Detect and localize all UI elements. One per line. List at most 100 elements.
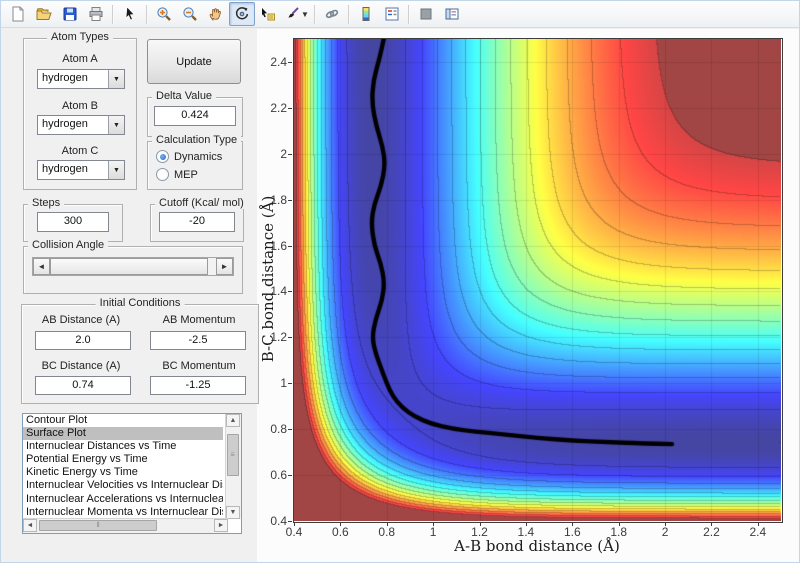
pes-contour-plot[interactable]	[294, 39, 781, 521]
atom-types-panel: Atom Types Atom A hydrogen ▼ Atom B hydr…	[23, 31, 137, 190]
bc-distance-field[interactable]: 0.74	[35, 376, 131, 395]
list-item[interactable]: Internuclear Accelerations vs Internucle…	[23, 493, 223, 506]
list-item[interactable]: Internuclear Velocities vs Internuclear …	[23, 479, 223, 492]
data-cursor-button[interactable]	[255, 2, 281, 26]
colorbar-icon	[358, 6, 374, 22]
insert-legend-button[interactable]	[379, 2, 405, 26]
y-tick-label: 2	[280, 146, 287, 161]
collision-angle-slider[interactable]: ◄ ►	[32, 257, 234, 276]
brush-dropdown-caret[interactable]: ▼	[301, 10, 309, 19]
edit-plot-button[interactable]	[117, 2, 143, 26]
brush-icon	[284, 6, 300, 22]
delta-value-field[interactable]: 0.424	[154, 106, 236, 126]
bc-momentum-field[interactable]: -1.25	[150, 376, 246, 395]
atom-b-value: hydrogen	[42, 118, 88, 130]
cutoff-title: Cutoff (Kcal/ mol)	[155, 197, 248, 209]
atom-a-label: Atom A	[62, 53, 98, 65]
atom-c-value: hydrogen	[42, 163, 88, 175]
calculation-type-title: Calculation Type	[152, 134, 242, 146]
delta-value-panel: Delta Value 0.424	[147, 90, 243, 137]
toolbar-separator	[407, 4, 410, 24]
pan-button[interactable]	[203, 2, 229, 26]
steps-panel: Steps 300	[23, 197, 123, 242]
x-tick-label: 0.8	[378, 525, 396, 539]
save-figure-button[interactable]	[57, 2, 83, 26]
link-plot-button[interactable]	[319, 2, 345, 26]
open-file-button[interactable]	[31, 2, 57, 26]
chevron-down-icon[interactable]: ▼	[108, 70, 124, 88]
atom-a-dropdown[interactable]: hydrogen ▼	[37, 69, 125, 89]
horizontal-scroll-thumb[interactable]: ⦀	[39, 520, 157, 531]
calculation-type-panel: Calculation Type Dynamics MEP	[147, 134, 243, 190]
hide-plot-tools-icon	[418, 6, 434, 22]
zoom-out-button[interactable]	[177, 2, 203, 26]
radio-unselected-icon	[156, 168, 169, 181]
list-item[interactable]: Internuclear Distances vs Time	[23, 440, 223, 453]
collision-angle-title: Collision Angle	[28, 239, 109, 251]
chain-link-icon	[324, 6, 340, 22]
atom-c-dropdown[interactable]: hydrogen ▼	[37, 160, 125, 180]
slider-left-arrow[interactable]: ◄	[33, 258, 50, 275]
mep-radio[interactable]: MEP	[156, 168, 198, 181]
figure-toolbar: ▼	[1, 1, 799, 28]
list-item-selected[interactable]: Surface Plot	[23, 427, 223, 441]
hide-plot-tools-button[interactable]	[413, 2, 439, 26]
arrow-cursor-icon	[122, 6, 138, 22]
ab-distance-label: AB Distance (A)	[41, 314, 121, 326]
y-tick-label: 0.8	[270, 422, 287, 437]
scroll-down-arrow[interactable]: ▼	[226, 506, 240, 519]
rotate-3d-button[interactable]	[229, 2, 255, 26]
new-document-icon	[10, 6, 26, 22]
list-item[interactable]: Kinetic Energy vs Time	[23, 466, 223, 479]
y-tick-label: 0.6	[270, 468, 287, 483]
list-item[interactable]: Contour Plot	[23, 414, 223, 427]
ab-momentum-field[interactable]: -2.5	[150, 331, 246, 350]
zoom-in-button[interactable]	[151, 2, 177, 26]
initial-conditions-panel: Initial Conditions AB Distance (A) AB Mo…	[21, 297, 259, 404]
cutoff-field[interactable]: -20	[159, 212, 235, 232]
x-tick-label: 2	[661, 525, 669, 539]
list-item[interactable]: Internuclear Momenta vs Internuclear Dis…	[23, 506, 223, 519]
legend-icon	[384, 6, 400, 22]
scroll-left-arrow[interactable]: ◄	[23, 519, 37, 532]
vertical-scrollbar[interactable]: ▲ ≡ ▼	[225, 414, 241, 519]
atom-a-value: hydrogen	[42, 72, 88, 84]
app-window: ▼ 0.4 0.6 0.8 1 1.2 1.4 1.6 1.8 2 2.2 2.4 0.4 0.6 0.8…	[0, 0, 800, 563]
bc-momentum-label: BC Momentum	[162, 360, 236, 372]
toolbar-separator	[347, 4, 350, 24]
scroll-up-arrow[interactable]: ▲	[226, 414, 240, 427]
slider-right-arrow[interactable]: ►	[216, 258, 233, 275]
printer-icon	[88, 6, 104, 22]
steps-field[interactable]: 300	[37, 212, 109, 232]
x-tick-label: 0.6	[332, 525, 349, 539]
show-plot-tools-button[interactable]	[439, 2, 465, 26]
zoom-in-icon	[156, 6, 172, 22]
update-button[interactable]: Update	[147, 39, 241, 84]
new-figure-button[interactable]	[5, 2, 31, 26]
list-item[interactable]: Potential Energy vs Time	[23, 453, 223, 466]
ab-distance-field[interactable]: 2.0	[35, 331, 131, 350]
bc-distance-label: BC Distance (A)	[41, 360, 121, 372]
scroll-right-arrow[interactable]: ►	[214, 519, 228, 532]
insert-colorbar-button[interactable]	[353, 2, 379, 26]
brush-data-button[interactable]	[281, 2, 303, 26]
plot-type-listbox[interactable]: Contour Plot Surface Plot Internuclear D…	[22, 413, 242, 534]
toolbar-separator	[313, 4, 316, 24]
print-figure-button[interactable]	[83, 2, 109, 26]
ab-momentum-label: AB Momentum	[162, 314, 236, 326]
vertical-scroll-thumb[interactable]: ≡	[227, 434, 239, 476]
chevron-down-icon[interactable]: ▼	[108, 116, 124, 134]
horizontal-scrollbar[interactable]: ◄ ⦀ ►	[23, 518, 228, 533]
slider-thumb[interactable]	[50, 258, 208, 275]
atom-b-dropdown[interactable]: hydrogen ▼	[37, 115, 125, 135]
steps-title: Steps	[28, 197, 65, 209]
chevron-down-icon[interactable]: ▼	[108, 161, 124, 179]
radio-selected-icon	[156, 150, 169, 163]
mep-radio-label: MEP	[174, 168, 198, 181]
atom-b-label: Atom B	[61, 100, 99, 112]
y-tick-label: 1	[280, 376, 287, 391]
dynamics-radio[interactable]: Dynamics	[156, 150, 222, 163]
collision-angle-panel: Collision Angle ◄ ►	[23, 239, 243, 294]
x-axis-label: A-B bond distance (Å)	[454, 537, 620, 555]
show-plot-tools-icon	[444, 6, 460, 22]
